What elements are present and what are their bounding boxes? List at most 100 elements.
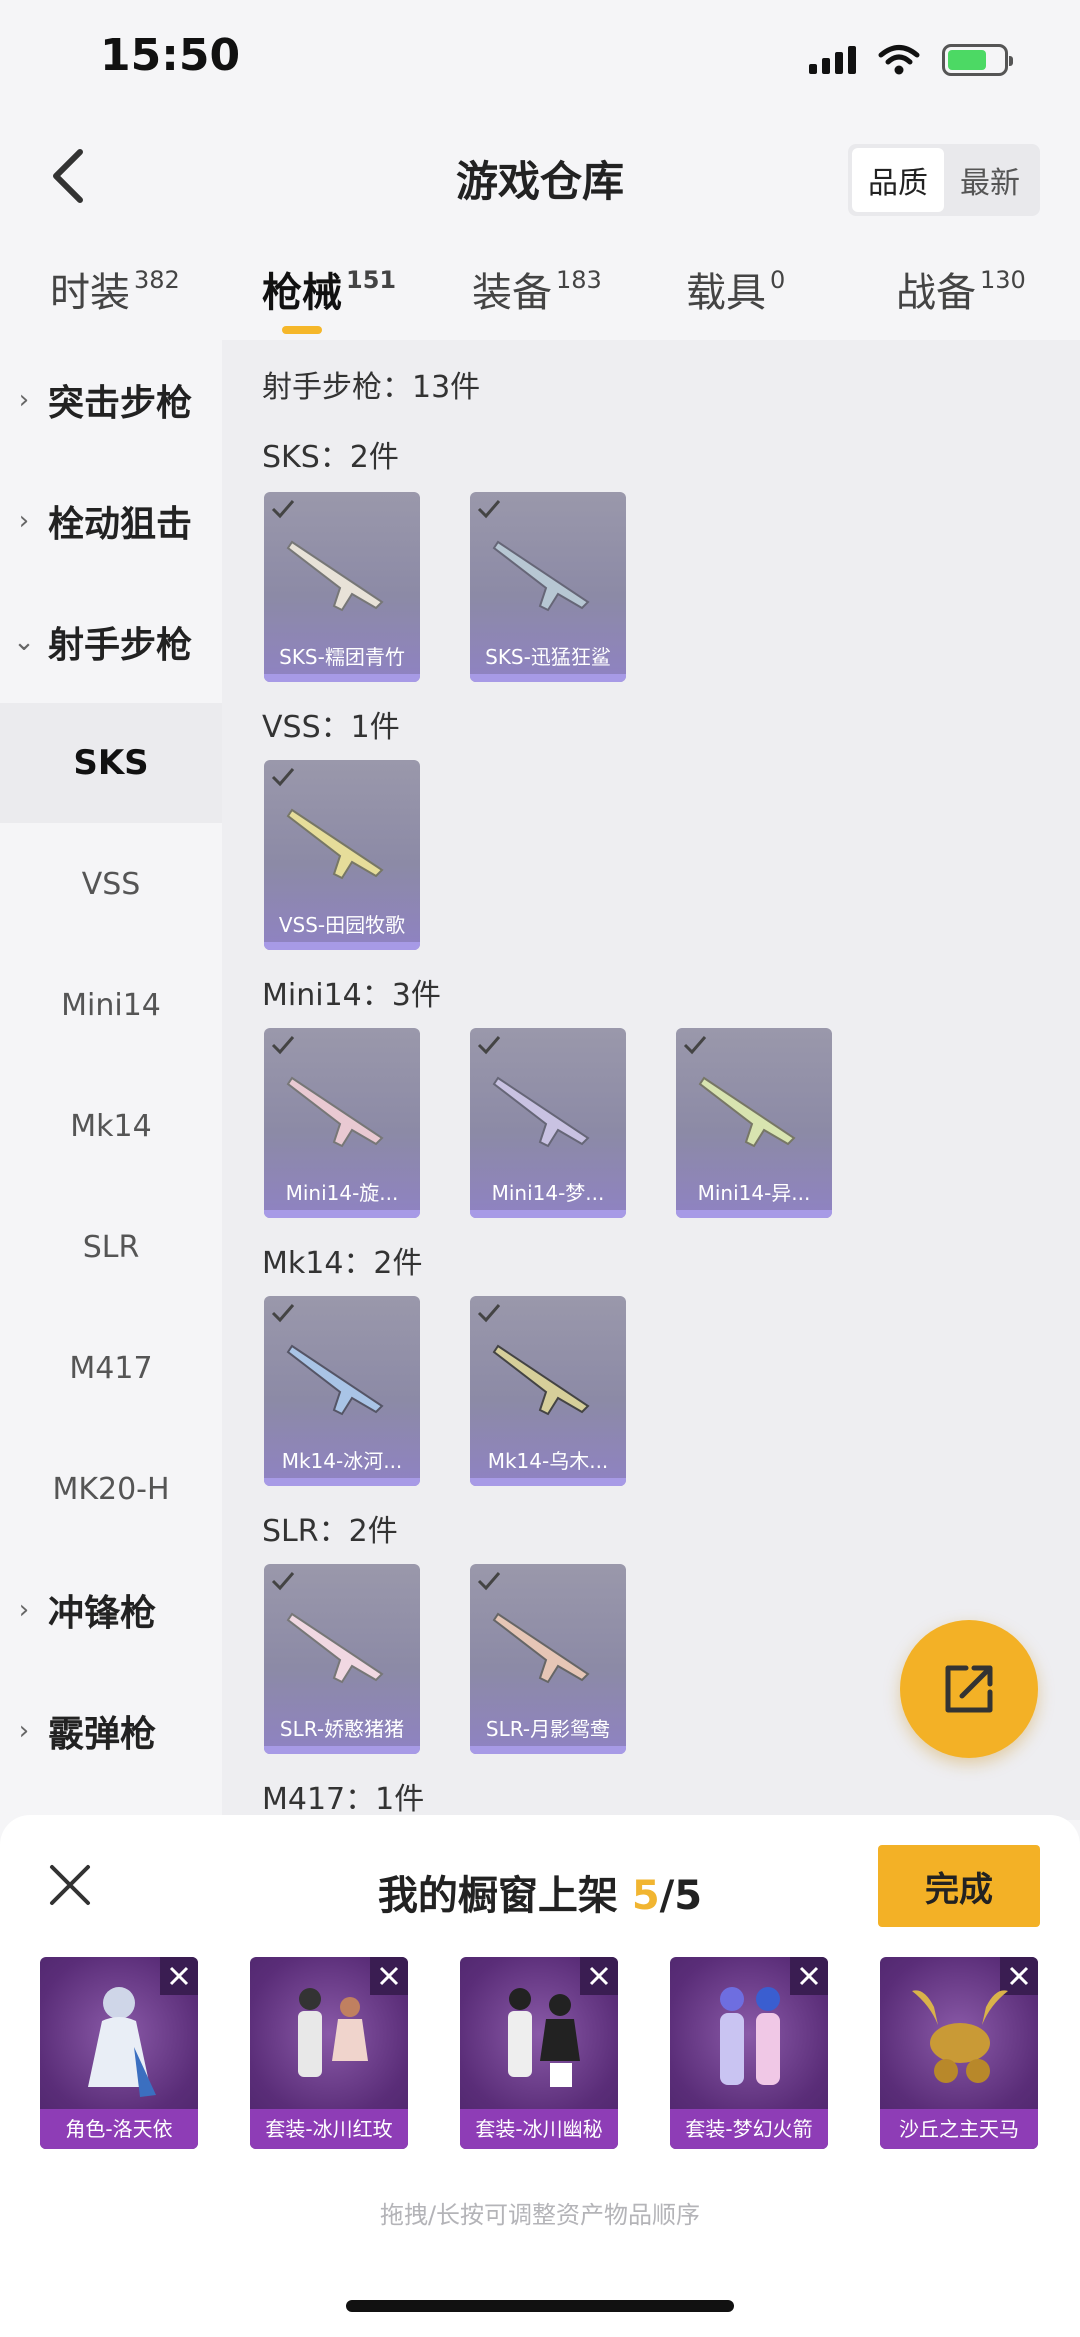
weapon-sidebar: › 突击步枪 › 栓动狙击 ⌄ 射手步枪 SKS VSS Mini14 Mk14…	[0, 340, 222, 1810]
group-title: SLR：2件	[262, 1514, 398, 1549]
group-title: Mini14：3件	[262, 978, 441, 1013]
weapon-name: Mini14-旋...	[285, 1181, 399, 1205]
weapon-name: Mk14-冰河...	[281, 1449, 403, 1473]
weapon-card[interactable]: Mini14-旋...	[264, 1028, 420, 1218]
share-icon	[945, 1665, 993, 1713]
category-tabs: 时装 382 枪械 151 装备 183 载具 0 战备 130	[0, 250, 1080, 340]
slot-name: 角色-洛天依	[40, 2109, 198, 2149]
check-icon	[477, 1304, 501, 1323]
close-icon[interactable]	[48, 1863, 92, 1907]
check-icon	[271, 1572, 295, 1591]
weapon-card[interactable]: SKS-糯团青竹	[264, 492, 420, 682]
sidebar-item-smg[interactable]: › 冲锋枪	[0, 1550, 222, 1670]
slot-name: 套装-冰川幽秘	[460, 2109, 618, 2149]
weapon-card[interactable]: VSS-田园牧歌	[264, 760, 420, 950]
weapon-name: Mk14-乌木...	[487, 1449, 609, 1473]
sidebar-sub-mk14[interactable]: Mk14	[0, 1066, 222, 1186]
battery-icon	[942, 44, 1013, 76]
weapon-card[interactable]: Mk14-乌木...	[470, 1296, 626, 1486]
sidebar-sub-sks[interactable]: SKS	[0, 703, 222, 823]
showcase-slot[interactable]: 套装-冰川红玫	[250, 1957, 408, 2149]
slot-name: 套装-梦幻火箭	[670, 2109, 828, 2149]
sort-quality-button[interactable]: 品质	[852, 148, 944, 212]
slot-name: 套装-冰川红玫	[250, 2109, 408, 2149]
outfit-image	[508, 1988, 580, 2087]
chevron-left-icon	[53, 149, 83, 203]
sort-newest-button[interactable]: 最新	[944, 148, 1036, 212]
rifle-image	[492, 1076, 590, 1148]
weapon-name: VSS-田园牧歌	[278, 913, 406, 937]
weapon-card[interactable]: Mini14-异...	[676, 1028, 832, 1218]
tab-vehicles[interactable]: 载具 0	[686, 260, 785, 318]
status-time: 15:50	[100, 30, 241, 81]
check-icon	[271, 768, 295, 787]
weapon-card[interactable]: SLR-娇憨猪猪	[264, 1564, 420, 1754]
sidebar-sub-mk20h[interactable]: MK20-H	[0, 1429, 222, 1549]
status-bar: 15:50	[0, 0, 1080, 120]
showcase-slot[interactable]: 沙丘之主天马	[880, 1957, 1038, 2149]
rifle-image	[492, 1612, 590, 1684]
sidebar-item-bolt-sniper[interactable]: › 栓动狙击	[0, 461, 222, 581]
chevron-right-icon: ›	[18, 1595, 30, 1625]
rifle-image	[286, 1076, 384, 1148]
weapon-card[interactable]: SLR-月影鸳鸯	[470, 1564, 626, 1754]
sidebar-item-shotgun[interactable]: › 霰弹枪	[0, 1671, 222, 1791]
sort-toggle: 品质 最新	[848, 144, 1040, 216]
sidebar-item-assault-rifle[interactable]: › 突击步枪	[0, 340, 222, 460]
rifle-image	[286, 540, 384, 612]
tab-weapons[interactable]: 枪械 151	[262, 260, 396, 334]
weapon-name: Mini14-异...	[697, 1181, 811, 1205]
tab-equipment[interactable]: 装备 183	[472, 260, 602, 318]
weapon-name: SKS-迅猛狂鲨	[485, 645, 611, 669]
tab-fashion[interactable]: 时装 382	[50, 260, 180, 318]
weapon-card[interactable]: Mini14-梦...	[470, 1028, 626, 1218]
showcase-slot[interactable]: 套装-冰川幽秘	[460, 1957, 618, 2149]
showcase-slot[interactable]: 套装-梦幻火箭	[670, 1957, 828, 2149]
share-button[interactable]	[900, 1620, 1038, 1758]
done-button[interactable]: 完成	[878, 1845, 1040, 1927]
check-icon	[477, 500, 501, 519]
showcase-panel: 我的橱窗上架 5/5 完成 角色-洛天依 套装-冰川红玫 套装-冰川幽秘 套装-…	[0, 1815, 1080, 2337]
tab-supplies[interactable]: 战备 130	[896, 260, 1026, 318]
chevron-right-icon: ›	[18, 385, 30, 415]
sidebar-sub-mini14[interactable]: Mini14	[0, 945, 222, 1065]
outfit-image	[720, 1987, 780, 2085]
outfit-image	[298, 1988, 368, 2077]
group-title: SKS：2件	[262, 440, 399, 475]
rifle-image	[286, 1612, 384, 1684]
rifle-image	[286, 1344, 384, 1416]
slot-name: 沙丘之主天马	[880, 2109, 1038, 2149]
signal-icon	[809, 46, 856, 74]
section-title: 射手步枪：13件	[262, 370, 481, 405]
home-indicator[interactable]	[346, 2300, 734, 2312]
character-image	[88, 1987, 156, 2097]
check-icon	[271, 1304, 295, 1323]
check-icon	[477, 1572, 501, 1591]
weapon-name: SKS-糯团青竹	[279, 645, 405, 669]
rifle-image	[698, 1076, 796, 1148]
weapon-name: Mini14-梦...	[491, 1181, 605, 1205]
sidebar-sub-vss[interactable]: VSS	[0, 824, 222, 944]
sidebar-sub-m417[interactable]: M417	[0, 1308, 222, 1428]
wifi-icon	[878, 45, 920, 75]
sidebar-item-marksman-rifle[interactable]: ⌄ 射手步枪	[0, 582, 222, 702]
weapon-card[interactable]: Mk14-冰河...	[264, 1296, 420, 1486]
chevron-right-icon: ›	[18, 1716, 30, 1746]
tab-indicator	[282, 326, 322, 334]
back-button[interactable]	[40, 146, 96, 206]
chevron-right-icon: ›	[18, 506, 30, 536]
check-icon	[683, 1036, 707, 1055]
weapon-name: SLR-娇憨猪猪	[279, 1717, 405, 1741]
group-title: M417：1件	[262, 1782, 425, 1817]
nav-header: 游戏仓库 品质 最新	[0, 120, 1080, 230]
reorder-hint: 拖拽/长按可调整资产物品顺序	[379, 2201, 701, 2229]
weapon-name: SLR-月影鸳鸯	[485, 1717, 611, 1741]
check-icon	[271, 1036, 295, 1055]
showcase-slot[interactable]: 角色-洛天依	[40, 1957, 198, 2149]
weapon-grid: 射手步枪：13件 SKS：2件 SKS-糯团青竹 SKS-迅猛狂鲨 VSS：1件…	[222, 340, 1080, 1820]
check-icon	[477, 1036, 501, 1055]
weapon-card[interactable]: SKS-迅猛狂鲨	[470, 492, 626, 682]
rifle-image	[286, 808, 384, 880]
chevron-down-icon: ⌄	[13, 627, 35, 657]
sidebar-sub-slr[interactable]: SLR	[0, 1187, 222, 1307]
